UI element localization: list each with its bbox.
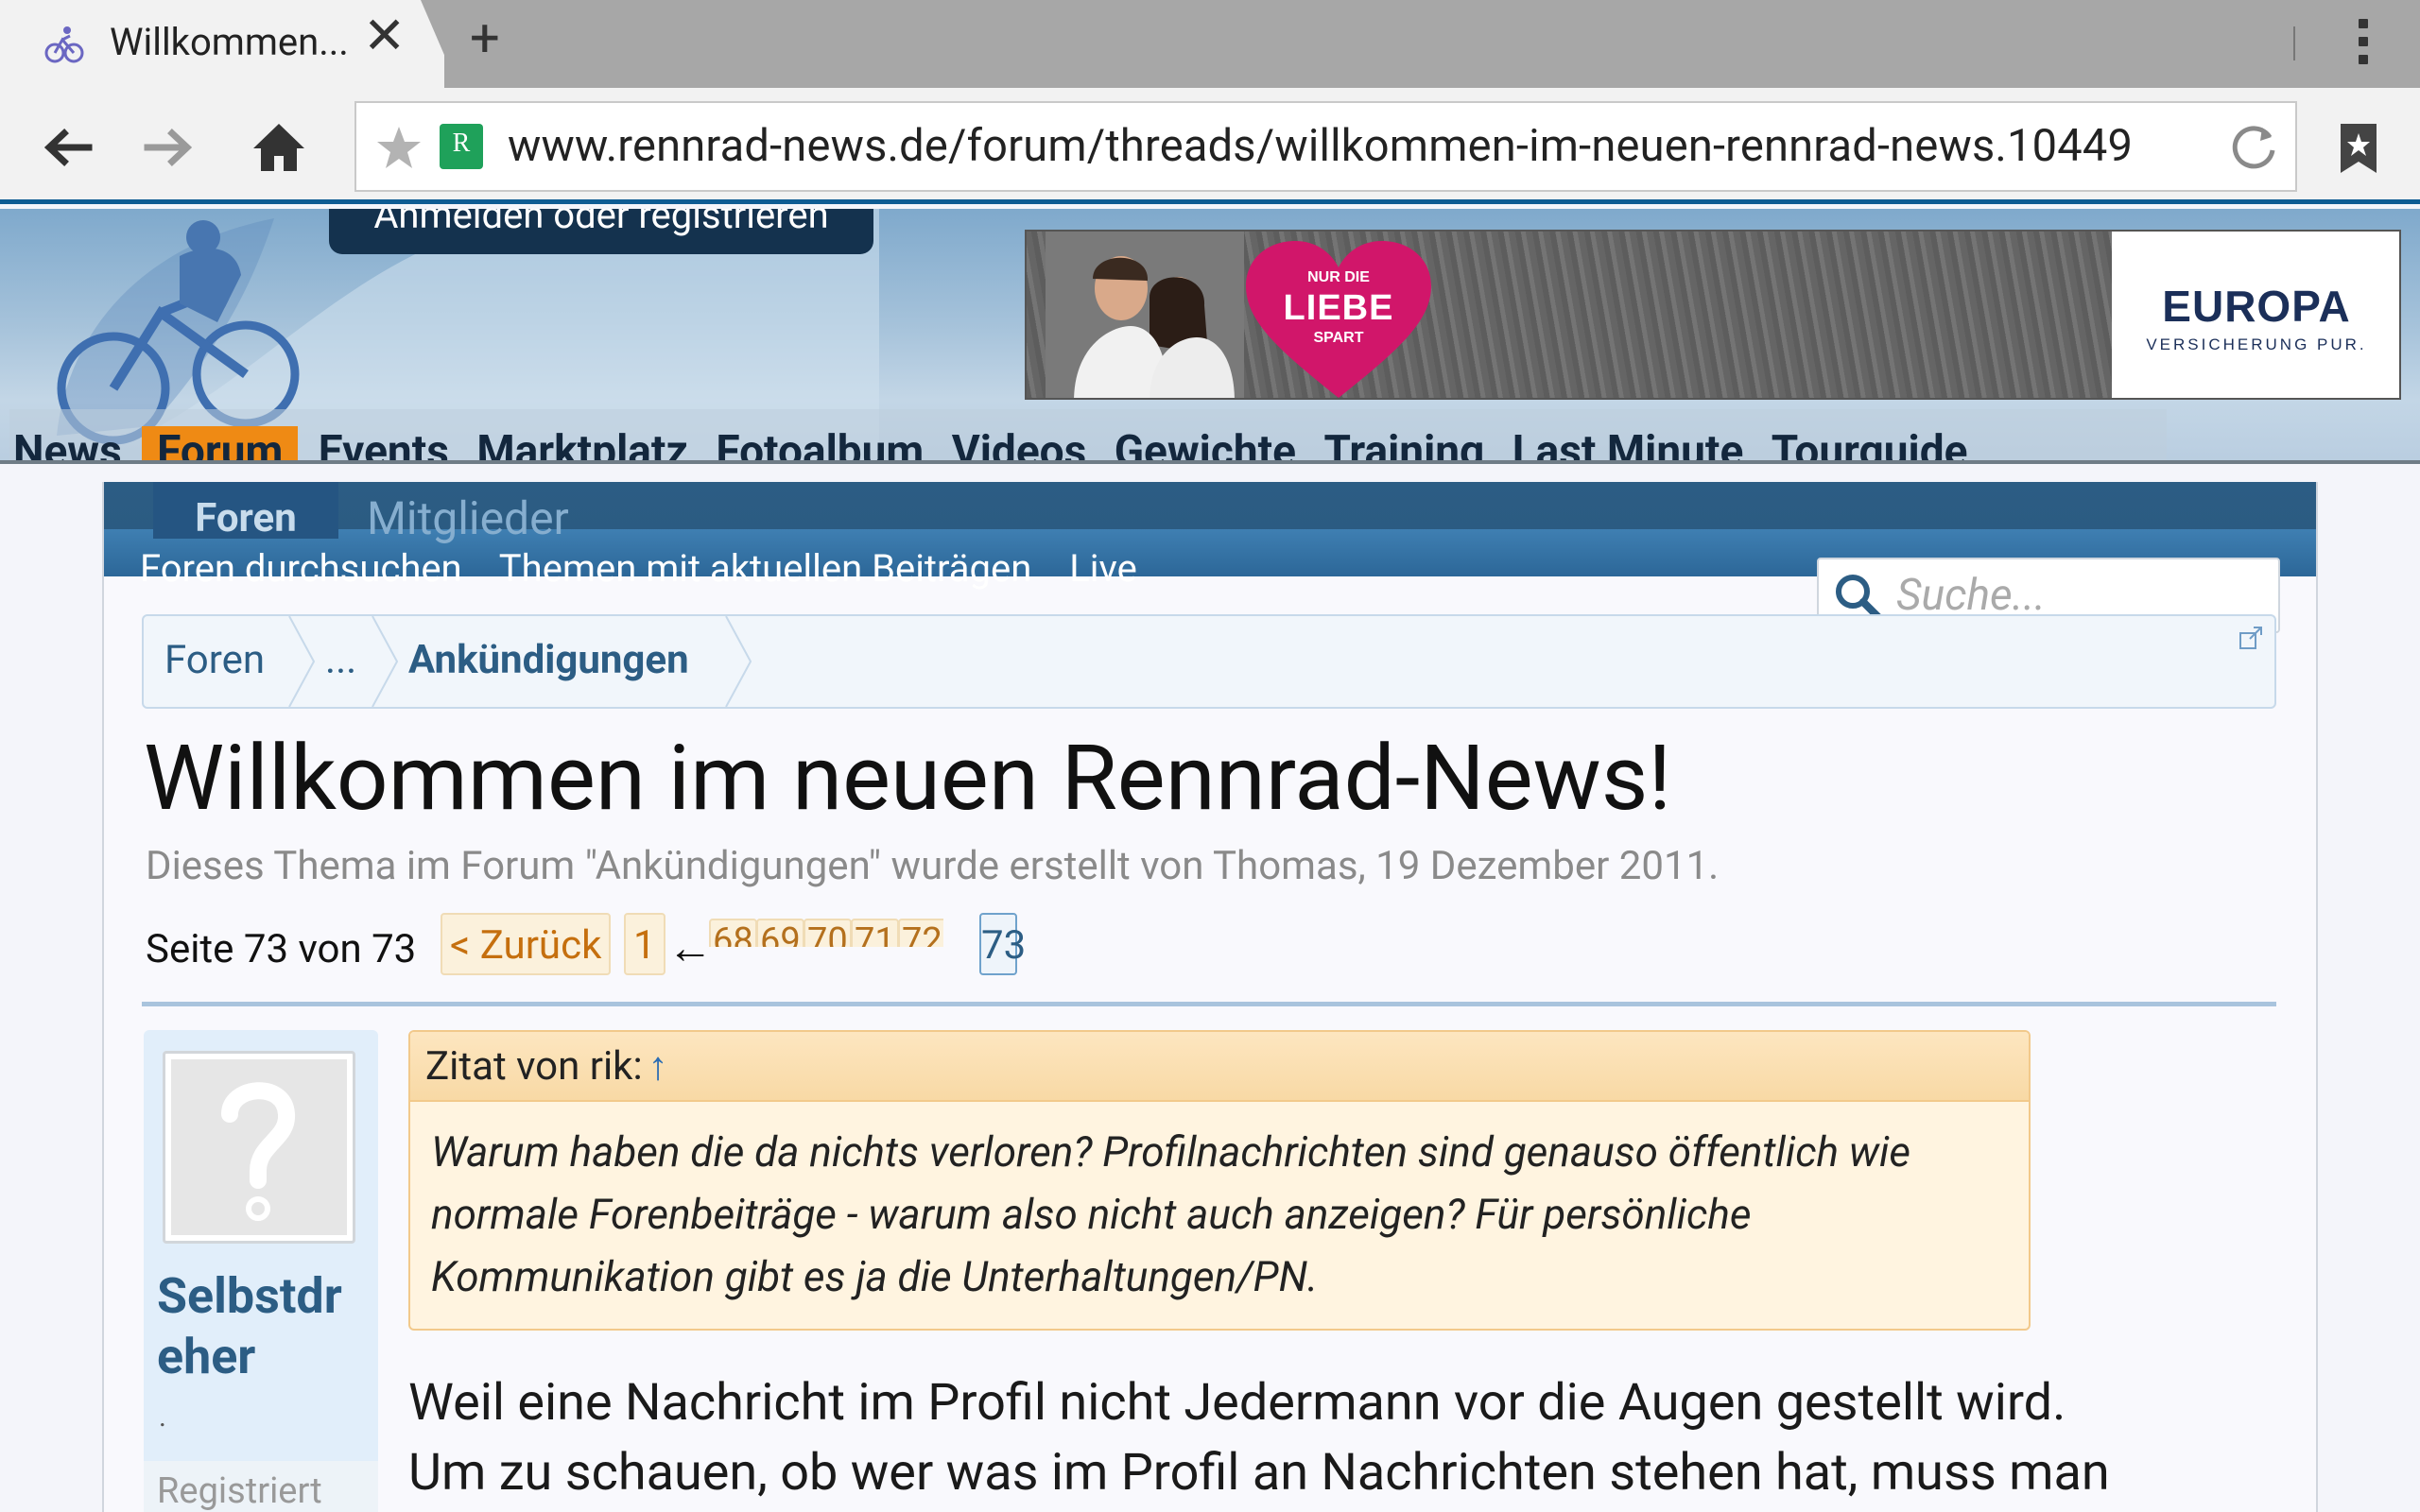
back-arrow-icon[interactable]	[36, 116, 98, 179]
post-quote: Zitat von rik: ↑ Warum haben die da nicht…	[408, 1030, 2031, 1331]
quote-jump-arrow-icon[interactable]: ↑	[648, 1043, 668, 1090]
pagination-prev-button[interactable]: < Zurück	[441, 913, 612, 975]
browser-menu-icon[interactable]	[2349, 19, 2377, 72]
ad-brand-tagline: VERSICHERUNG PUR.	[2146, 335, 2367, 353]
nav-item-tourguide[interactable]: Tourguide	[1772, 426, 1968, 464]
tab-mitglieder[interactable]: Mitglieder	[367, 491, 569, 545]
breadcrumb: Foren ... Ankündigungen	[142, 614, 2276, 709]
post-text-line: Um zu schauen, ob wer was im Profil an N…	[408, 1443, 2110, 1503]
breadcrumb-separator-icon	[725, 616, 752, 707]
breadcrumb-foren[interactable]: Foren	[164, 637, 265, 683]
forum-content: Foren Mitglieder Foren durchsuchen Theme…	[102, 482, 2318, 1512]
nav-item-last-minute[interactable]: Last Minute	[1512, 426, 1744, 464]
nav-item-fotoalbum[interactable]: Fotoalbum	[716, 426, 924, 464]
tab-foren[interactable]: Foren	[153, 482, 338, 539]
pagination-current-page: 73	[979, 913, 1026, 975]
login-register-link[interactable]: Anmelden oder registrieren	[329, 209, 873, 254]
forward-arrow-icon[interactable]	[138, 116, 200, 179]
nav-item-videos[interactable]: Videos	[952, 426, 1087, 464]
ad-couple-image	[1046, 232, 1244, 398]
post-username[interactable]: Selbstdreher	[157, 1266, 365, 1387]
breadcrumb-separator-icon	[372, 616, 399, 707]
post-body: Weil eine Nachricht im Profil nicht Jede…	[408, 1368, 2316, 1508]
link-live[interactable]: Live	[1069, 546, 1137, 591]
browser-tabstrip: Willkommen... ✕ +	[0, 0, 2420, 88]
breadcrumb-separator-icon	[288, 616, 316, 707]
link-foren-durchsuchen[interactable]: Foren durchsuchen	[140, 546, 462, 591]
pagination-first-page[interactable]: 1	[624, 913, 666, 975]
nav-item-events[interactable]: Events	[319, 426, 449, 464]
site-icon: R	[440, 124, 483, 169]
post-text-line: Weil eine Nachricht im Profil nicht Jede…	[408, 1373, 2066, 1433]
pagination-label: Seite 73 von 73	[146, 926, 417, 972]
address-bar[interactable]: R www.rennrad-news.de/forum/threads/will…	[354, 101, 2297, 192]
ad-brand-box: EUROPA VERSICHERUNG PUR.	[2112, 232, 2399, 398]
pagination-page[interactable]: 72	[898, 919, 943, 947]
header-divider	[0, 460, 2420, 464]
post-user-info: Selbstdreher . Registriert	[144, 1030, 378, 1512]
tab-close-icon[interactable]: ✕	[363, 11, 406, 62]
nav-item-training[interactable]: Training	[1323, 426, 1484, 464]
link-aktuelle-themen[interactable]: Themen mit aktuellen Beiträgen	[499, 546, 1032, 591]
pagination-arrow-icon: ←	[667, 920, 713, 974]
pagination-page[interactable]: 71	[851, 919, 899, 947]
quote-header: Zitat von rik: ↑	[410, 1032, 2029, 1102]
pagination-page[interactable]: 68	[709, 919, 757, 947]
avatar-placeholder-icon	[221, 1082, 295, 1221]
avatar[interactable]	[163, 1051, 355, 1244]
site-header: Anmelden oder registrieren NUR DIE LIEBE…	[0, 209, 2420, 464]
site-favicon-icon	[44, 26, 84, 63]
user-title: .	[159, 1400, 166, 1434]
nav-item-gewichte[interactable]: Gewichte	[1115, 426, 1296, 464]
url-text[interactable]: www.rennrad-news.de/forum/threads/willko…	[508, 120, 2133, 172]
nav-item-news[interactable]: News	[13, 426, 122, 464]
ad-heart-text: NUR DIE LIEBE SPART	[1283, 269, 1394, 346]
nav-item-marktplatz[interactable]: Marktplatz	[476, 426, 688, 464]
tab-title: Willkommen...	[110, 20, 349, 64]
nav-item-forum[interactable]: Forum	[142, 426, 299, 464]
pagination-page[interactable]: 69	[756, 919, 804, 947]
quote-text: Warum haben die da nichts verloren? Prof…	[431, 1127, 1910, 1301]
quote-author: Zitat von rik: ↑	[425, 1043, 668, 1090]
browser-toolbar: R www.rennrad-news.de/forum/threads/will…	[0, 88, 2420, 204]
external-link-icon[interactable]	[2238, 626, 2263, 650]
breadcrumb-ankuendigungen[interactable]: Ankündigungen	[408, 637, 689, 683]
breadcrumb-ellipsis[interactable]: ...	[325, 637, 356, 683]
star-icon[interactable]	[375, 124, 423, 171]
main-navigation-items: News Forum Events Marktplatz Fotoalbum V…	[13, 426, 1984, 464]
thread-description: Dieses Thema im Forum "Ankündigungen" wu…	[146, 843, 1720, 889]
ad-brand-name: EUROPA	[2162, 282, 2351, 331]
browser-tab[interactable]: Willkommen... ✕	[0, 0, 444, 88]
content-divider	[142, 1002, 2276, 1006]
thread-title: Willkommen im neuen Rennrad-News!	[144, 726, 1672, 832]
pagination-mini-pages: 68 69 70 71 72	[709, 919, 943, 947]
reload-icon[interactable]	[2228, 122, 2279, 173]
bookmarks-icon[interactable]	[2337, 122, 2380, 175]
user-registered-label: Registriert	[157, 1470, 322, 1512]
pagination-page[interactable]: 70	[804, 919, 852, 947]
advertisement-banner[interactable]: NUR DIE LIEBE SPART EUROPA VERSICHERUNG …	[1025, 230, 2401, 400]
home-icon[interactable]	[248, 116, 310, 179]
new-tab-button[interactable]: +	[470, 11, 500, 64]
tabstrip-divider	[2293, 26, 2295, 60]
forum-sub-links: Foren durchsuchen Themen mit aktuellen B…	[140, 546, 1166, 591]
